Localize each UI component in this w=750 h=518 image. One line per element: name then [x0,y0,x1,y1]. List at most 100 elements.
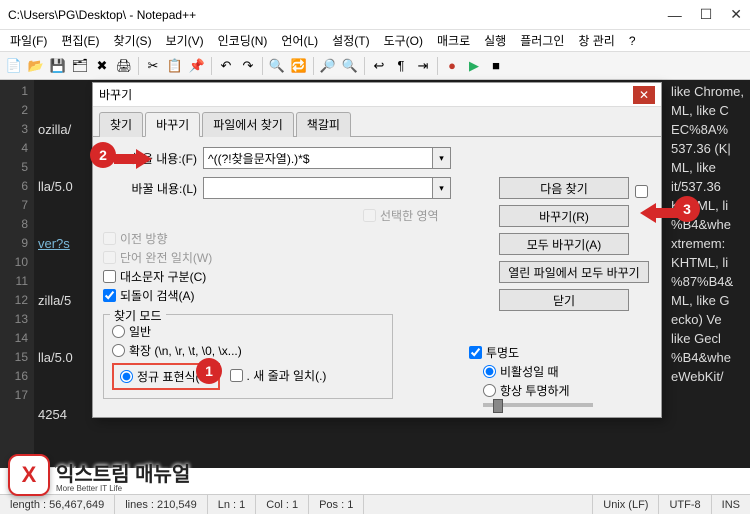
copy-icon[interactable]: 📋 [165,56,185,76]
replace-all-button[interactable]: 모두 바꾸기(A) [499,233,629,255]
wordwrap-icon[interactable]: ↩ [369,56,389,76]
tab-replace[interactable]: 바꾸기 [145,112,200,137]
replace-dialog: 바꾸기 ✕ 찾기 바꾸기 파일에서 찾기 책갈피 찾을 내용:(F) ▾ 바꿀 … [92,82,662,418]
replace-all-open-button[interactable]: 열린 파일에서 모두 바꾸기 [499,261,649,283]
menu-plugins[interactable]: 플러그인 [514,30,570,51]
menu-language[interactable]: 언어(L) [275,30,324,51]
dotall-checkbox[interactable] [230,369,243,382]
arrow-icon [638,203,678,223]
dialog-title-text: 바꾸기 [99,86,633,103]
zoom-out-icon[interactable]: 🔍 [340,56,360,76]
search-mode-title: 찾기 모드 [110,307,166,324]
close-file-icon[interactable]: ✖ [92,56,112,76]
mode-regex-radio[interactable] [120,370,133,383]
line-gutter: 123 456 789 101112 131415 1617 [0,80,34,468]
tab-bookmark[interactable]: 책갈피 [296,112,351,137]
replace-input[interactable] [203,177,433,199]
watermark-logo-icon: X [8,454,50,496]
show-all-icon[interactable]: ¶ [391,56,411,76]
transparency-checkbox[interactable] [469,346,482,359]
open-file-icon[interactable]: 📂 [26,56,46,76]
menu-file[interactable]: 파일(F) [4,30,53,51]
dialog-buttons: 다음 찾기 바꾸기(R) 모두 바꾸기(A) 열린 파일에서 모두 바꾸기 닫기 [499,177,649,317]
trans-inactive-label: 비활성일 때 [500,363,559,380]
zoom-in-icon[interactable]: 🔎 [318,56,338,76]
cut-icon[interactable]: ✂ [143,56,163,76]
separator [262,57,263,75]
separator [211,57,212,75]
replace-icon[interactable]: 🔁 [289,56,309,76]
window-title: C:\Users\PG\Desktop\ - Notepad++ [8,8,668,22]
callout-3: 3 [674,196,700,222]
play-icon[interactable]: ▶ [464,56,484,76]
status-pos: Pos : 1 [309,495,364,514]
menu-settings[interactable]: 설정(T) [326,30,375,51]
replace-dropdown-icon[interactable]: ▾ [433,177,451,199]
transparency-group: 투명도 비활성일 때 항상 투명하게 [469,342,649,407]
find-next-button[interactable]: 다음 찾기 [499,177,629,199]
status-col: Col : 1 [256,495,309,514]
menu-help[interactable]: ? [623,32,642,50]
status-encoding: UTF-8 [659,495,711,514]
menu-tools[interactable]: 도구(O) [378,30,429,51]
menu-search[interactable]: 찾기(S) [107,30,157,51]
stop-icon[interactable]: ■ [486,56,506,76]
mode-extended-radio[interactable] [112,344,125,357]
transparency-label: 투명도 [486,344,519,361]
dialog-body: 찾을 내용:(F) ▾ 바꿀 내용:(L) ▾ 선택한 영역 이전 방향 단어 … [93,137,661,417]
dialog-close-button[interactable]: ✕ [633,86,655,104]
toolbar: 📄 📂 💾 🗂 ✖ 🖨 ✂ 📋 📌 ↶ ↷ 🔍 🔁 🔎 🔍 ↩ ¶ ⇥ ● ▶ … [0,52,750,80]
find-icon[interactable]: 🔍 [267,56,287,76]
status-bar: length : 56,467,649 lines : 210,549 Ln :… [0,494,750,514]
trans-inactive-radio[interactable] [483,365,496,378]
menu-macro[interactable]: 매크로 [431,30,476,51]
undo-icon[interactable]: ↶ [216,56,236,76]
menu-run[interactable]: 실행 [478,30,512,51]
minimize-icon[interactable]: — [668,7,682,23]
maximize-icon[interactable]: ☐ [700,6,713,23]
record-icon[interactable]: ● [442,56,462,76]
wrap-around-checkbox[interactable] [103,289,116,302]
in-selection-checkbox [363,209,376,222]
separator [437,57,438,75]
trans-always-radio[interactable] [483,384,496,397]
match-case-checkbox[interactable] [103,270,116,283]
mode-normal-radio[interactable] [112,325,125,338]
find-next-extra-checkbox[interactable] [635,185,648,198]
menu-encoding[interactable]: 인코딩(N) [212,30,274,51]
close-icon[interactable]: ✕ [730,6,742,23]
find-dropdown-icon[interactable]: ▾ [433,147,451,169]
transparency-slider[interactable] [483,403,593,407]
menu-edit[interactable]: 편집(E) [55,30,105,51]
window-controls: — ☐ ✕ [668,6,742,23]
separator [364,57,365,75]
watermark-text: 익스트림 매뉴얼 [56,458,190,487]
print-icon[interactable]: 🖨 [114,56,134,76]
menu-view[interactable]: 보기(V) [160,30,210,51]
callout-1: 1 [196,358,222,384]
status-ins: INS [712,495,750,514]
menu-windows[interactable]: 창 관리 [572,30,620,51]
tab-find[interactable]: 찾기 [99,112,143,137]
status-eol: Unix (LF) [593,495,659,514]
find-input[interactable] [203,147,433,169]
prev-direction-checkbox [103,232,116,245]
paste-icon[interactable]: 📌 [187,56,207,76]
watermark: X 익스트림 매뉴얼 More Better IT Life [8,454,190,496]
window-titlebar: C:\Users\PG\Desktop\ - Notepad++ — ☐ ✕ [0,0,750,30]
new-file-icon[interactable]: 📄 [4,56,24,76]
tab-find-in-files[interactable]: 파일에서 찾기 [202,112,294,137]
dialog-tabs: 찾기 바꾸기 파일에서 찾기 책갈피 [93,107,661,137]
in-selection-label: 선택한 영역 [380,207,439,224]
close-button[interactable]: 닫기 [499,289,629,311]
status-length: length : 56,467,649 [0,495,115,514]
save-icon[interactable]: 💾 [48,56,68,76]
dialog-titlebar[interactable]: 바꾸기 ✕ [93,83,661,107]
save-all-icon[interactable]: 🗂 [70,56,90,76]
indent-icon[interactable]: ⇥ [413,56,433,76]
wrap-around-label: 되돌이 검색(A) [120,287,195,304]
replace-button[interactable]: 바꾸기(R) [499,205,629,227]
separator [313,57,314,75]
prev-direction-label: 이전 방향 [120,230,168,247]
redo-icon[interactable]: ↷ [238,56,258,76]
